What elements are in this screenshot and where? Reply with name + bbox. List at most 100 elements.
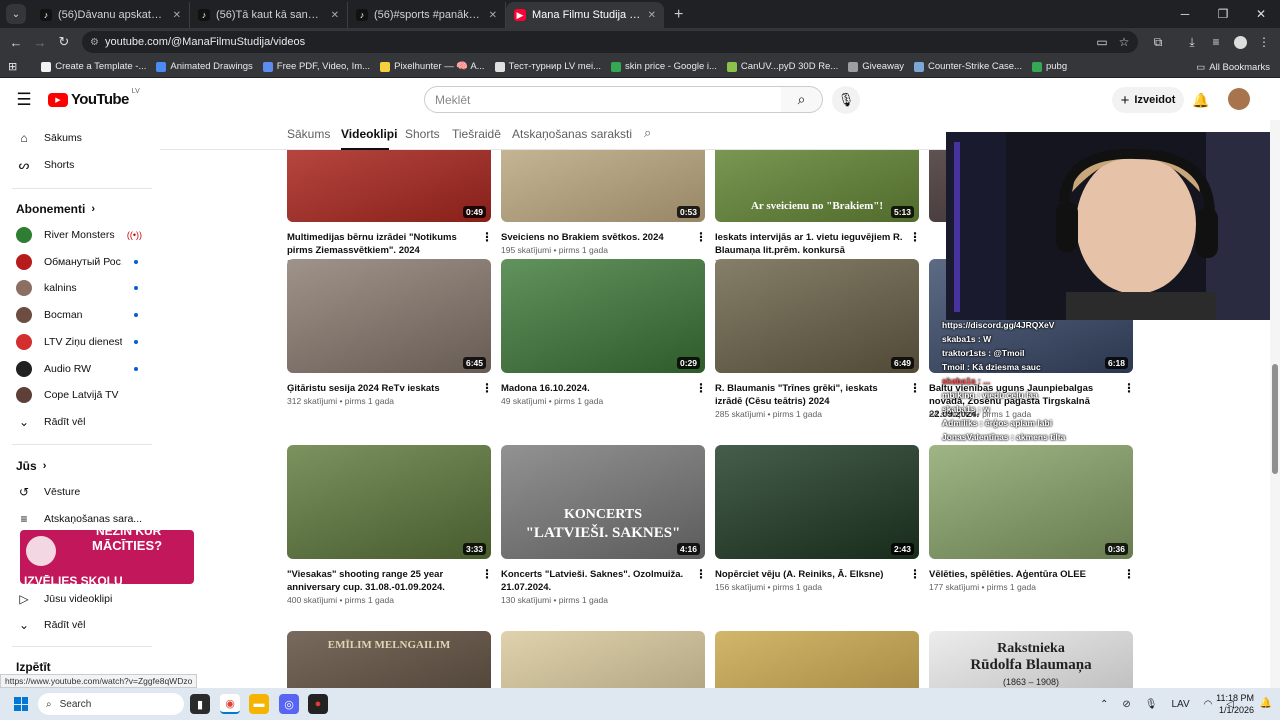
site-info-icon[interactable]: ⚙ bbox=[90, 37, 99, 48]
show-hidden-icons-icon[interactable]: ⌃ bbox=[1100, 699, 1108, 710]
forward-button[interactable]: → bbox=[28, 35, 52, 50]
reading-list-icon[interactable]: ≡ bbox=[1204, 28, 1228, 56]
sidebar-item-history[interactable]: ↺ Vēsture bbox=[16, 480, 156, 504]
video-menu-icon[interactable]: ⋮ bbox=[481, 381, 493, 395]
video-thumbnail[interactable]: 0:53 bbox=[501, 150, 705, 222]
discord-icon[interactable]: ◎ bbox=[279, 694, 299, 714]
video-menu-icon[interactable]: ⋮ bbox=[909, 567, 921, 581]
tab-playlists[interactable]: Atskaņošanas saraksti bbox=[512, 127, 632, 141]
video-title[interactable]: Nopērciet vēju (A. Reiniks, Ā. Elksne) bbox=[715, 568, 903, 581]
video-thumbnail[interactable]: Ar sveicienu no "Brakiem"! 5:13 bbox=[715, 150, 919, 222]
video-menu-icon[interactable]: ⋮ bbox=[481, 230, 493, 244]
you-heading[interactable]: Jūs › bbox=[16, 459, 46, 473]
extensions-icon[interactable]: ⧉ bbox=[1146, 28, 1170, 56]
video-title[interactable]: Madona 16.10.2024. bbox=[501, 382, 689, 395]
browser-tab[interactable]: ▶ Mana Filmu Studija - YouTube ✕ bbox=[506, 2, 664, 28]
bookmark-item[interactable]: Free PDF, Video, Im... bbox=[262, 61, 370, 72]
video-thumbnail[interactable]: 6:45 bbox=[287, 259, 491, 373]
all-bookmarks[interactable]: ▭ All Bookmarks bbox=[1196, 56, 1270, 78]
browser-tab[interactable]: ♪ (56)#sports #panākumi #cīņa # ✕ bbox=[348, 2, 506, 28]
video-menu-icon[interactable]: ⋮ bbox=[1123, 567, 1135, 581]
downloads-icon[interactable]: ⤓ bbox=[1180, 28, 1204, 56]
video-thumbnail[interactable]: Rakstnieka Rūdolfa Blaumaņa (1863 – 1908) bbox=[929, 631, 1133, 688]
video-title[interactable]: "Viesakas" shooting range 25 year annive… bbox=[287, 568, 475, 594]
bookmark-item[interactable]: Pixelhunter — 🧠 A... bbox=[380, 61, 485, 72]
sidebar-subscription[interactable]: kalnins bbox=[16, 276, 156, 300]
task-view-icon[interactable]: ▮ bbox=[190, 694, 210, 714]
video-title[interactable]: Ģitāristu sesija 2024 ReTv ieskats bbox=[287, 382, 475, 395]
tab-videos[interactable]: Videoklipi bbox=[341, 127, 397, 141]
close-tab-icon[interactable]: ✕ bbox=[331, 10, 339, 21]
network-off-icon[interactable]: ⊘ bbox=[1122, 699, 1130, 710]
page-scrollbar[interactable] bbox=[1270, 120, 1280, 688]
search-input[interactable]: Meklēt bbox=[424, 86, 782, 113]
video-thumbnail[interactable]: 0:36 bbox=[929, 445, 1133, 559]
address-bar[interactable]: ⚙ youtube.com/@ManaFilmuStudija/videos bbox=[82, 31, 1138, 53]
bookmark-item[interactable]: Тест-турнир LV mei... bbox=[494, 61, 601, 72]
video-thumbnail[interactable] bbox=[501, 631, 705, 688]
wifi-icon[interactable]: ◠ bbox=[1204, 699, 1213, 710]
profile-icon[interactable] bbox=[1228, 28, 1252, 56]
microphone-icon[interactable]: 🎙 bbox=[1145, 699, 1158, 710]
bookmark-item[interactable]: Create a Template -... bbox=[41, 61, 146, 72]
sidebar-item-your-videos[interactable]: ▷ Jūsu videoklipi bbox=[16, 587, 156, 611]
bookmark-star-icon[interactable]: ☆ bbox=[1112, 28, 1136, 56]
tab-search-icon[interactable]: ⌄ bbox=[6, 4, 26, 24]
video-thumbnail[interactable]: 2:43 bbox=[715, 445, 919, 559]
video-thumbnail[interactable]: 0:49 bbox=[287, 150, 491, 222]
tab-shorts[interactable]: Shorts bbox=[405, 127, 440, 141]
sidebar-subscription[interactable]: LTV Ziņu dienests bbox=[16, 330, 156, 354]
close-tab-icon[interactable]: ✕ bbox=[489, 10, 497, 21]
file-explorer-icon[interactable]: ▬ bbox=[249, 694, 269, 714]
video-title[interactable]: Vēlēties, spēlēties. Aģentūra OLEE bbox=[929, 568, 1117, 581]
install-app-icon[interactable]: ▭ bbox=[1090, 28, 1114, 56]
bookmark-item[interactable]: Animated Drawings bbox=[156, 61, 253, 72]
tab-live[interactable]: Tiešraidē bbox=[452, 127, 501, 141]
search-button[interactable]: ⌕ bbox=[781, 86, 823, 113]
channel-search-icon[interactable]: ⌕ bbox=[644, 125, 651, 141]
notifications-bell-icon[interactable]: 🔔 bbox=[1190, 89, 1212, 111]
sidebar-subscription[interactable]: Обманутый Рос... bbox=[16, 250, 156, 274]
sidebar-subscription[interactable]: Audio RW bbox=[16, 357, 156, 381]
chrome-icon[interactable]: ◉ bbox=[220, 694, 240, 714]
sidebar-show-more-2[interactable]: ⌄ Rādīt vēl bbox=[16, 613, 156, 637]
taskbar-clock[interactable]: 11:18 PM 1/1/2026 bbox=[1216, 692, 1254, 716]
video-title[interactable]: Ieskats intervijās ar 1. vietu ieguvējie… bbox=[715, 231, 903, 257]
bookmark-item[interactable]: Counter-Strike Case... bbox=[913, 61, 1022, 72]
video-menu-icon[interactable]: ⋮ bbox=[909, 381, 921, 395]
sidebar-subscription[interactable]: River Monsters™ ((•)) bbox=[16, 223, 156, 247]
tab-home[interactable]: Sākums bbox=[287, 127, 330, 141]
video-thumbnail[interactable]: 6:49 bbox=[715, 259, 919, 373]
video-menu-icon[interactable]: ⋮ bbox=[909, 230, 921, 244]
bookmark-item[interactable]: pubg bbox=[1031, 61, 1067, 72]
video-title[interactable]: Koncerts "Latvieši. Saknes". Ozolmuiža. … bbox=[501, 568, 689, 594]
obs-icon[interactable]: ● bbox=[308, 694, 328, 714]
video-menu-icon[interactable]: ⋮ bbox=[695, 230, 707, 244]
create-button[interactable]: + Izveidot bbox=[1112, 87, 1184, 113]
taskbar-search[interactable]: ⌕ Search bbox=[38, 693, 184, 715]
windows-start-icon[interactable] bbox=[14, 697, 28, 711]
maximize-button[interactable]: ❐ bbox=[1204, 0, 1242, 28]
video-menu-icon[interactable]: ⋮ bbox=[481, 567, 493, 581]
video-thumbnail[interactable]: EMĪLIM MELNGAILIM bbox=[287, 631, 491, 688]
close-tab-icon[interactable]: ✕ bbox=[173, 10, 181, 21]
video-thumbnail[interactable]: 0:29 bbox=[501, 259, 705, 373]
browser-tab[interactable]: ♪ (56)Tā kaut kā sanācis,šādu dzie ✕ bbox=[190, 2, 348, 28]
sidebar-show-more[interactable]: ⌄ Rādīt vēl bbox=[16, 410, 156, 434]
minimize-button[interactable]: ─ bbox=[1166, 0, 1204, 28]
language-indicator[interactable]: LAV bbox=[1171, 699, 1189, 710]
browser-tab[interactable]: ♪ (56)Dāvanu apskats 2025... #dā ✕ bbox=[32, 2, 190, 28]
sidebar-subscription[interactable]: Bocman bbox=[16, 303, 156, 327]
account-avatar[interactable] bbox=[1228, 88, 1250, 110]
subscriptions-heading[interactable]: Abonementi › bbox=[16, 202, 95, 216]
voice-search-button[interactable]: 🎙 bbox=[832, 86, 860, 114]
video-thumbnail[interactable] bbox=[715, 631, 919, 688]
scrollbar-thumb[interactable] bbox=[1272, 364, 1278, 474]
close-tab-icon[interactable]: ✕ bbox=[648, 10, 656, 21]
sidebar-item-playlists[interactable]: ≡ Atskaņošanas sara... bbox=[16, 507, 156, 531]
video-thumbnail[interactable]: KONCERTS "LATVIEŠI. SAKNES" 4:16 bbox=[501, 445, 705, 559]
reload-button[interactable]: ↻ bbox=[52, 34, 76, 50]
notification-bell-icon[interactable]: 🔔 bbox=[1260, 698, 1272, 709]
video-thumbnail[interactable]: 3:33 bbox=[287, 445, 491, 559]
close-window-button[interactable]: ✕ bbox=[1242, 0, 1280, 28]
